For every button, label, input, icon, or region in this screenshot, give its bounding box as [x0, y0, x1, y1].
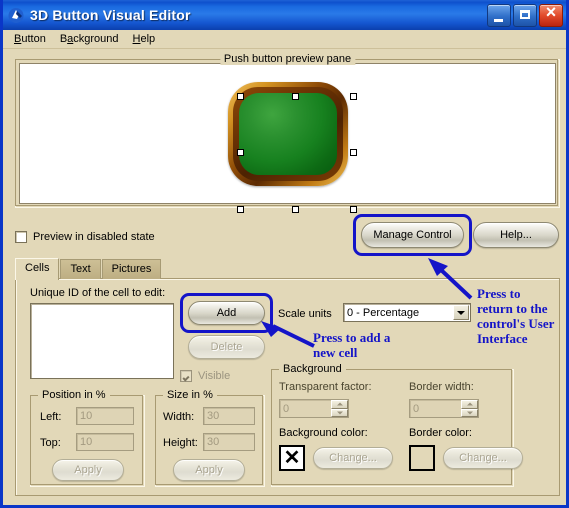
- size-apply-button: Apply: [173, 459, 245, 481]
- window-controls: [487, 2, 563, 27]
- selection-handle[interactable]: [292, 93, 299, 100]
- menu-bar: Button Background Help: [3, 30, 566, 49]
- selection-handle[interactable]: [350, 93, 357, 100]
- selection-handle[interactable]: [350, 206, 357, 213]
- left-label: Left:: [40, 411, 62, 423]
- selection-handle[interactable]: [237, 206, 244, 213]
- manage-control-button[interactable]: Manage Control: [361, 222, 464, 248]
- visible-row: Visible: [180, 370, 230, 382]
- width-field: 30: [203, 407, 255, 425]
- menu-background[interactable]: Background: [53, 32, 126, 46]
- background-group-title: Background: [279, 363, 346, 375]
- transparent-x-icon: ✕: [283, 447, 301, 469]
- menu-item-label: Help: [132, 33, 156, 45]
- size-group-title: Size in %: [163, 389, 217, 401]
- preview-pane-group: Push button preview pane: [15, 53, 560, 213]
- maximize-icon[interactable]: [513, 3, 537, 27]
- spinner-up-icon: [461, 400, 478, 409]
- tab-pictures[interactable]: Pictures: [101, 259, 162, 279]
- tab-cells[interactable]: Cells: [15, 258, 60, 280]
- transparent-factor-value: 0: [283, 402, 290, 415]
- menu-button[interactable]: Button: [7, 32, 53, 46]
- preview-canvas[interactable]: [19, 63, 556, 213]
- tab-text[interactable]: Text: [60, 259, 101, 279]
- unique-id-listbox[interactable]: [30, 303, 174, 379]
- manage-note-line4: Interface: [477, 331, 528, 346]
- top-field: 10: [76, 433, 134, 451]
- delete-button: Delete: [188, 335, 265, 359]
- button-face: [238, 92, 337, 175]
- button-bevel: [232, 86, 343, 181]
- menu-item-label: Background: [59, 33, 119, 45]
- border-color-label: Border color:: [409, 427, 472, 439]
- preview-disabled-row[interactable]: Preview in disabled state: [15, 231, 155, 243]
- selection-handle[interactable]: [292, 206, 299, 213]
- spinner-arrows: [331, 400, 348, 417]
- unique-id-label: Unique ID of the cell to edit:: [30, 287, 166, 299]
- visible-label: Visible: [198, 370, 231, 382]
- height-label: Height:: [163, 437, 198, 449]
- height-field: 30: [203, 433, 255, 451]
- close-icon[interactable]: [539, 2, 563, 27]
- top-label: Top:: [40, 437, 61, 449]
- border-color-swatch[interactable]: [409, 445, 435, 471]
- border-width-value: 0: [413, 402, 420, 415]
- selection-handle[interactable]: [237, 93, 244, 100]
- manage-note-line1: Press to: [477, 286, 521, 301]
- chevron-down-icon[interactable]: [453, 305, 469, 320]
- menu-item-label: Button: [14, 33, 46, 45]
- add-note-text: Press to add a new cell: [313, 330, 390, 360]
- spinner-down-icon: [461, 408, 478, 417]
- add-button[interactable]: Add: [188, 301, 265, 325]
- background-color-swatch[interactable]: ✕: [279, 445, 305, 471]
- window-title: 3D Button Visual Editor: [30, 7, 191, 23]
- add-note-line2: new cell: [313, 345, 358, 360]
- scale-units-label: Scale units: [278, 308, 332, 320]
- selection-handle[interactable]: [350, 149, 357, 156]
- app-window: 3D Button Visual Editor Button Backgroun…: [0, 0, 569, 508]
- title-bar[interactable]: 3D Button Visual Editor: [3, 0, 566, 30]
- left-field: 10: [76, 407, 134, 425]
- preview-pane-title: Push button preview pane: [219, 53, 356, 65]
- position-group-title: Position in %: [38, 389, 110, 401]
- preview-3d-button[interactable]: [227, 81, 348, 186]
- selection-handle[interactable]: [237, 149, 244, 156]
- visible-checkbox: [180, 370, 192, 382]
- manage-note-line3: control's User: [477, 316, 555, 331]
- background-color-label: Background color:: [279, 427, 368, 439]
- app-icon: [8, 7, 25, 24]
- scale-units-value: 0 - Percentage: [347, 306, 420, 319]
- menu-help[interactable]: Help: [126, 32, 163, 46]
- position-apply-button: Apply: [52, 459, 124, 481]
- help-button[interactable]: Help...: [473, 222, 559, 248]
- transparent-factor-label: Transparent factor:: [279, 381, 372, 393]
- spinner-up-icon: [331, 400, 348, 409]
- add-note-line1: Press to add a: [313, 330, 391, 345]
- background-group: Background Transparent factor: 0 Border …: [271, 363, 523, 487]
- spinner-down-icon: [331, 408, 348, 417]
- scale-units-dropdown[interactable]: 0 - Percentage: [343, 303, 471, 322]
- background-change-button: Change...: [313, 447, 393, 469]
- width-label: Width:: [163, 411, 195, 423]
- border-change-button: Change...: [443, 447, 523, 469]
- transparent-factor-spinner: 0: [279, 399, 349, 418]
- border-width-spinner: 0: [409, 399, 479, 418]
- minimize-icon[interactable]: [487, 3, 511, 27]
- border-width-label: Border width:: [409, 381, 474, 393]
- manage-note-line2: return to the: [477, 301, 548, 316]
- size-group: Size in % Width: 30 Height: 30 Apply: [155, 389, 265, 487]
- preview-disabled-label: Preview in disabled state: [33, 231, 155, 243]
- preview-disabled-checkbox[interactable]: [15, 231, 27, 243]
- position-group: Position in % Left: 10 Top: 10 Apply: [30, 389, 145, 487]
- tab-strip: Cells Text Pictures: [15, 258, 162, 280]
- spinner-arrows: [461, 400, 478, 417]
- manage-note-text: Press to return to the control's User In…: [477, 286, 554, 346]
